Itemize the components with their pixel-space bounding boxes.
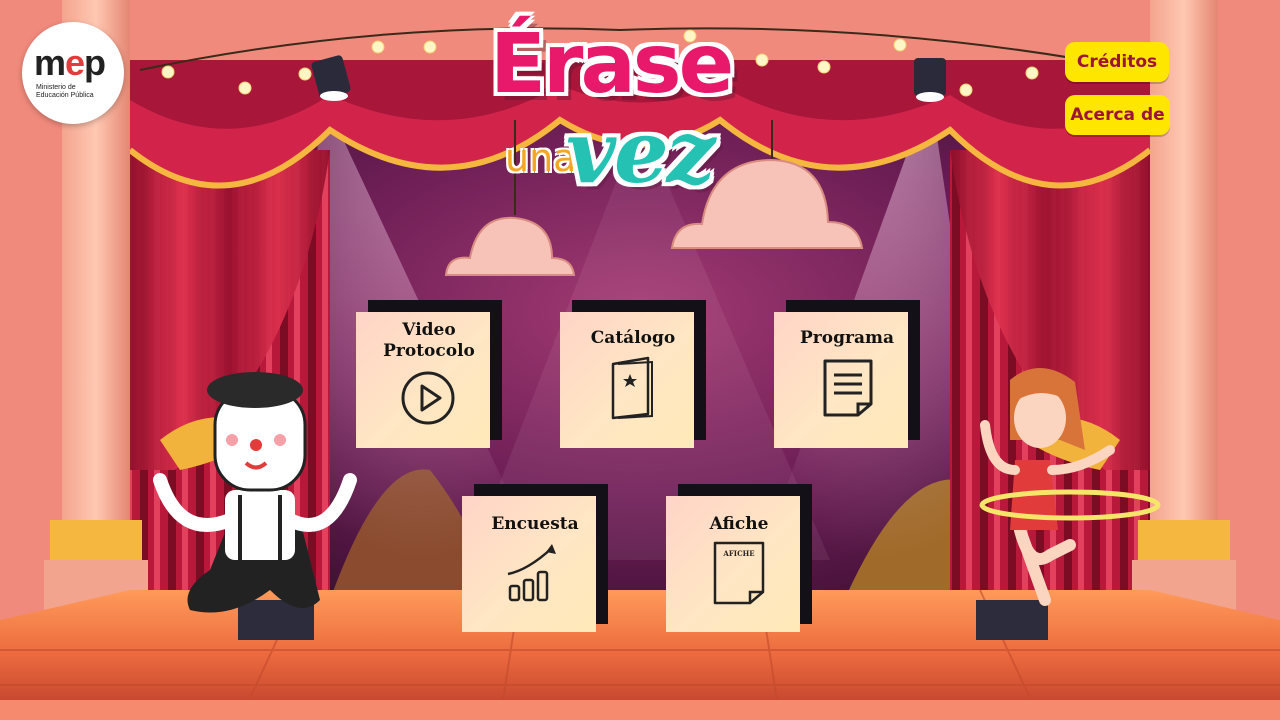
video-protocolo-label: Video Protocolo	[356, 320, 502, 362]
growth-chart-icon	[507, 544, 556, 602]
video-label-line1: Video	[402, 320, 456, 340]
mep-subtitle-line2: Educación Pública	[36, 92, 94, 99]
title-erase: Érase	[490, 17, 734, 112]
mep-logo-subtitle: Ministerio de Educación Pública	[36, 84, 116, 100]
title-vez: vez	[566, 102, 716, 203]
catalogo-label: Catálogo	[590, 328, 676, 348]
catalogo-card[interactable]: Catálogo	[560, 300, 706, 448]
document-icon	[823, 359, 873, 417]
mep-logo-text: mep	[34, 42, 106, 83]
afiche-card[interactable]: Afiche AFICHE	[666, 484, 812, 632]
video-label-line2: Protocolo	[383, 341, 475, 361]
mep-subtitle-line1: Ministerio de	[36, 84, 76, 91]
programa-card[interactable]: Programa	[774, 300, 920, 448]
booklet-icon	[611, 356, 653, 420]
creditos-button[interactable]: Créditos	[1065, 42, 1169, 82]
encuesta-label: Encuesta	[491, 514, 579, 534]
video-protocolo-card[interactable]: Video Protocolo	[356, 300, 502, 448]
encuesta-card[interactable]: Encuesta	[462, 484, 608, 632]
mep-logo[interactable]: mep Ministerio de Educación Pública	[22, 22, 124, 124]
afiche-label: Afiche	[709, 514, 769, 534]
poster-icon: AFICHE	[713, 541, 765, 605]
programa-label: Programa	[800, 328, 894, 348]
acerca-de-button[interactable]: Acerca de	[1065, 95, 1170, 135]
play-icon	[401, 371, 455, 425]
poster-icon-text: AFICHE	[722, 549, 754, 558]
